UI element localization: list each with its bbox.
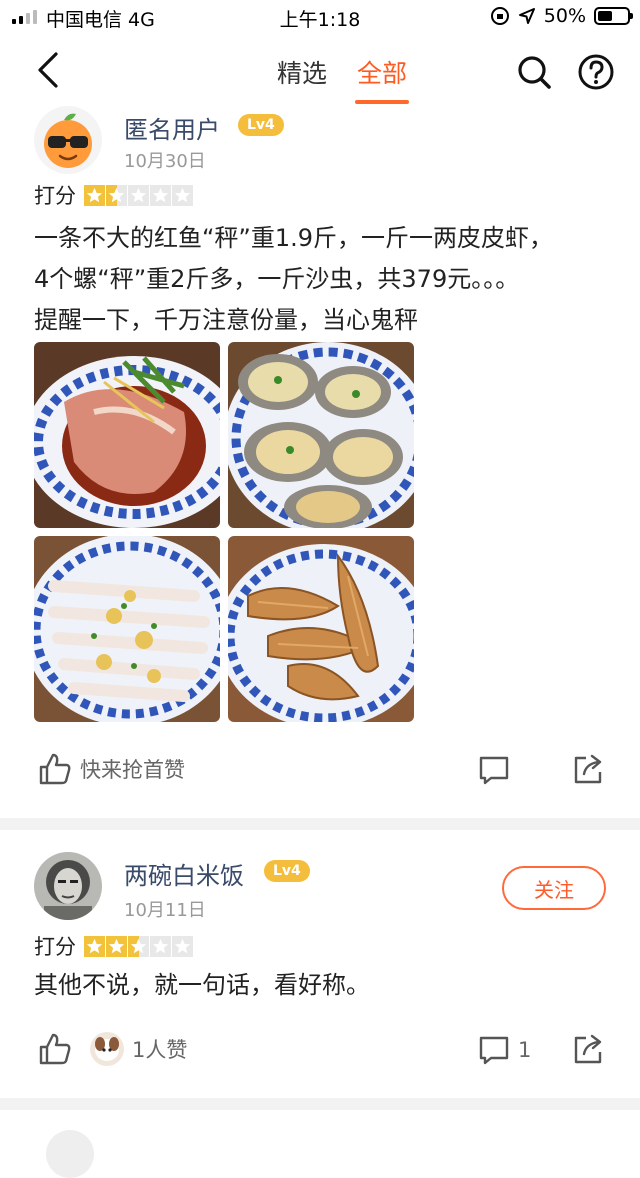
liker-avatar[interactable] bbox=[90, 1032, 124, 1066]
star-icon bbox=[150, 184, 171, 206]
photo-fried-mantis-shrimp[interactable] bbox=[228, 536, 414, 722]
review-text-line: 其他不说，就一句话，看好称。 bbox=[34, 971, 370, 999]
location-icon bbox=[518, 8, 535, 24]
photo-garlic-sandworm[interactable] bbox=[34, 536, 220, 722]
orientation-lock-icon bbox=[490, 7, 509, 25]
like-button[interactable]: 快来抢首赞 bbox=[38, 752, 185, 786]
nav-bar: 精选 全部 bbox=[0, 34, 640, 106]
section-divider bbox=[0, 818, 640, 830]
review-text: 一条不大的红鱼“秤”重1.9斤，一斤一两皮皮虾， 4个螺“秤”重2斤多，一斤沙虫… bbox=[34, 218, 614, 341]
rating-label: 打分 bbox=[34, 935, 76, 959]
review-text-line: 4个螺“秤”重2斤多，一斤沙虫，共379元。。。 bbox=[34, 265, 520, 293]
comment-icon[interactable] bbox=[478, 754, 510, 786]
thumbs-up-icon bbox=[39, 753, 71, 785]
rating-label: 打分 bbox=[34, 184, 76, 208]
review-date: 10月11日 bbox=[124, 900, 206, 921]
review-actions: 1人赞 1 bbox=[0, 1028, 640, 1078]
review-text-line: 一条不大的红鱼“秤”重1.9斤，一斤一两皮皮虾， bbox=[34, 224, 554, 252]
search-icon[interactable] bbox=[514, 52, 554, 92]
review-actions: 快来抢首赞 bbox=[0, 744, 640, 794]
follow-button[interactable]: 关注 bbox=[502, 866, 606, 910]
star-icon bbox=[106, 184, 127, 206]
tab-all[interactable]: 全部 bbox=[354, 54, 410, 104]
battery-icon bbox=[594, 7, 633, 25]
rating-row: 打分 bbox=[34, 931, 193, 961]
star-rating bbox=[84, 935, 193, 957]
review-card: 两碗白米饭 Lv4 关注 10月11日 打分 其他不说，就一句话，看好称。 1人… bbox=[0, 852, 640, 1092]
star-icon bbox=[106, 935, 127, 957]
rating-row: 打分 bbox=[34, 180, 193, 210]
star-icon bbox=[172, 935, 193, 957]
star-icon bbox=[150, 935, 171, 957]
comment-count: 1 bbox=[518, 1038, 532, 1062]
username[interactable]: 匿名用户 bbox=[124, 110, 220, 145]
photo-grid bbox=[34, 342, 414, 722]
star-icon bbox=[84, 184, 105, 206]
share-icon[interactable] bbox=[572, 752, 606, 786]
star-icon bbox=[128, 184, 149, 206]
star-icon bbox=[128, 935, 149, 957]
avatar[interactable] bbox=[46, 1130, 94, 1178]
like-text: 快来抢首赞 bbox=[80, 758, 185, 782]
help-icon[interactable] bbox=[576, 52, 616, 92]
comment-button[interactable]: 1 bbox=[478, 1034, 531, 1066]
share-icon[interactable] bbox=[572, 1032, 606, 1066]
review-text-line: 提醒一下，千万注意份量，当心鬼秤 bbox=[34, 306, 418, 334]
star-icon bbox=[172, 184, 193, 206]
like-count-text: 1人赞 bbox=[132, 1038, 188, 1062]
star-rating bbox=[84, 184, 193, 206]
star-icon bbox=[84, 935, 105, 957]
tab-featured[interactable]: 精选 bbox=[277, 54, 327, 104]
comment-icon bbox=[479, 1036, 509, 1065]
review-date: 10月30日 bbox=[124, 151, 206, 172]
avatar[interactable] bbox=[34, 852, 102, 920]
avatar[interactable] bbox=[34, 106, 102, 174]
photo-steamed-shellfish[interactable] bbox=[228, 342, 414, 528]
review-text: 其他不说，就一句话，看好称。 bbox=[34, 965, 614, 1006]
battery-percent: 50% bbox=[543, 5, 586, 27]
thumbs-up-icon bbox=[39, 1033, 71, 1065]
photo-steamed-fish[interactable] bbox=[34, 342, 220, 528]
status-bar: 中国电信 4G 上午1:18 50% bbox=[0, 0, 640, 34]
level-badge: Lv4 bbox=[238, 114, 284, 136]
section-divider bbox=[0, 1098, 640, 1110]
like-button[interactable]: 1人赞 bbox=[38, 1032, 187, 1066]
level-badge: Lv4 bbox=[264, 860, 310, 882]
username[interactable]: 两碗白米饭 bbox=[124, 856, 244, 891]
review-card: 匿名用户 Lv4 10月30日 打分 一条不大的红鱼“秤”重1.9斤，一斤一两皮… bbox=[0, 106, 640, 818]
